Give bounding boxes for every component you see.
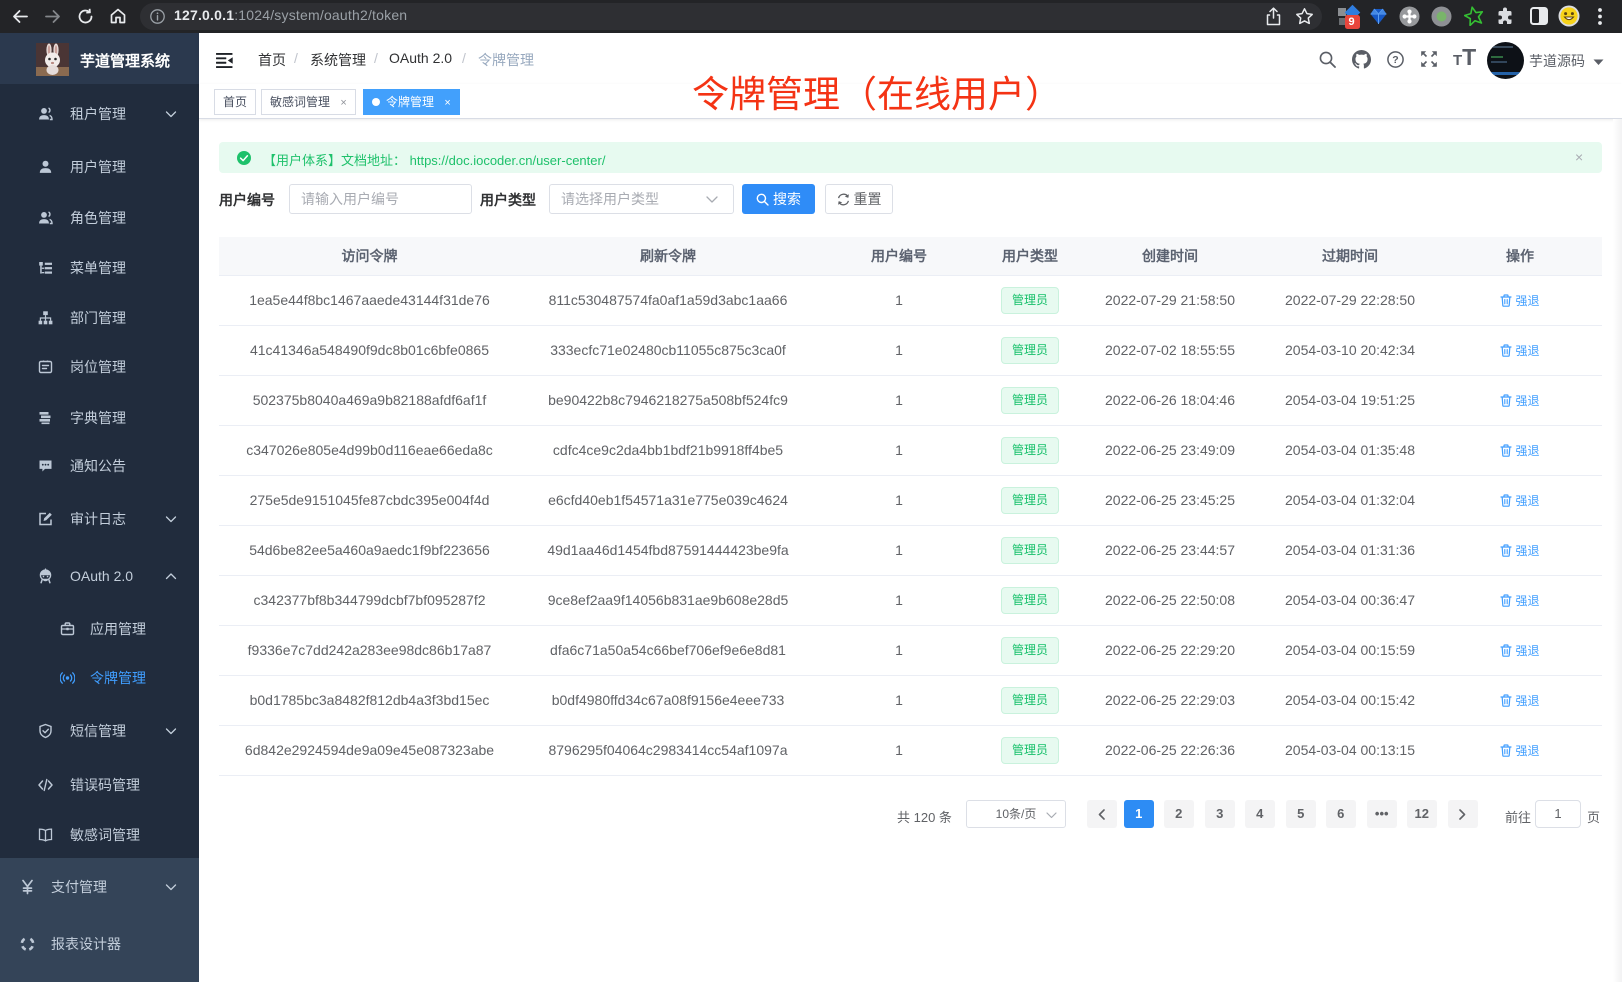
svg-text:?: ?: [1392, 54, 1398, 66]
